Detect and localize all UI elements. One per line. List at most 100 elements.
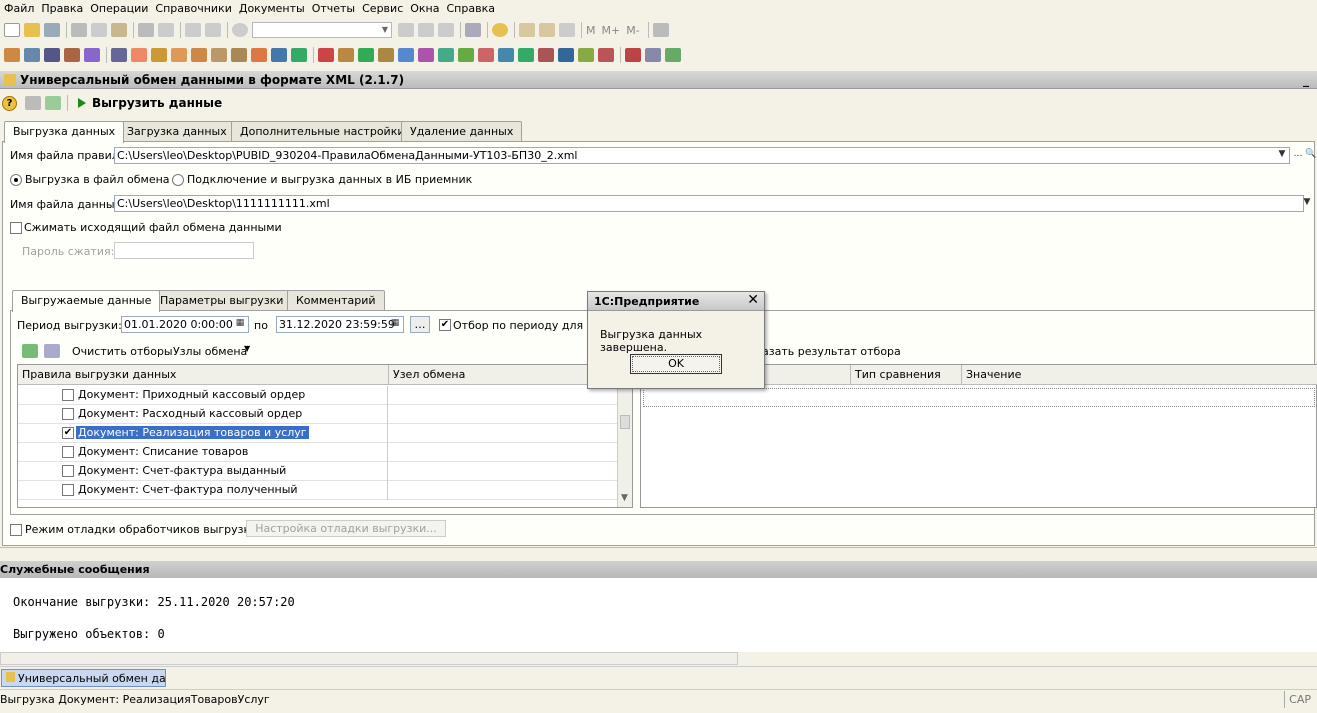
calendar-icon[interactable]: ▦ xyxy=(233,316,247,333)
chevron-down-icon[interactable]: ▼ xyxy=(621,493,628,503)
memory-minus-button[interactable]: M- xyxy=(626,24,639,37)
stock-icon[interactable] xyxy=(378,48,394,62)
row-checkbox[interactable] xyxy=(62,446,74,458)
period-select-button[interactable]: … xyxy=(410,316,430,333)
price-icon[interactable] xyxy=(271,48,287,62)
tree-scrollbar[interactable]: ▼ xyxy=(617,385,632,507)
accounts-icon[interactable] xyxy=(84,48,100,62)
close-icon[interactable]: ✕ xyxy=(747,292,759,308)
table-row[interactable]: Документ: Приходный кассовый ордер xyxy=(18,386,618,405)
taskbar-item[interactable]: Универсальный обмен данн... xyxy=(1,669,166,687)
menu-reports[interactable]: Отчеты xyxy=(312,2,355,15)
browse-icon[interactable]: … xyxy=(1291,147,1305,164)
import-icon[interactable] xyxy=(645,48,661,62)
period-to-field[interactable]: 31.12.2020 23:59:59 xyxy=(276,316,404,333)
copy-icon[interactable] xyxy=(91,23,107,37)
chevron-down-icon[interactable]: ▼ xyxy=(1275,147,1289,164)
column-header-compare[interactable]: Тип сравнения xyxy=(851,365,962,385)
transfer-icon[interactable] xyxy=(358,48,374,62)
restore-icon[interactable] xyxy=(25,96,41,110)
import-icon[interactable] xyxy=(45,96,61,110)
balance-icon[interactable] xyxy=(578,48,594,62)
customer-icon[interactable] xyxy=(458,48,474,62)
minimize-button[interactable]: _ xyxy=(1303,73,1309,87)
column-header-rules[interactable]: Правила выгрузки данных xyxy=(18,365,389,385)
tools-icon[interactable] xyxy=(652,23,669,37)
service-messages-scrollbar[interactable] xyxy=(0,652,738,665)
analysis-icon[interactable] xyxy=(598,48,614,62)
catalog-icon[interactable] xyxy=(4,48,20,62)
store-icon[interactable] xyxy=(211,48,227,62)
chevron-down-icon[interactable]: ▼ xyxy=(379,23,391,37)
menu-edit[interactable]: Правка xyxy=(41,2,83,15)
find-prev-icon[interactable] xyxy=(438,23,454,37)
column-header-value[interactable]: Значение xyxy=(962,365,1317,385)
journal-icon[interactable] xyxy=(44,48,60,62)
tax-icon[interactable] xyxy=(538,48,554,62)
chevron-down-icon[interactable]: ▼ xyxy=(1300,195,1314,212)
table-row[interactable]: ✔ Документ: Реализация товаров и услуг xyxy=(18,424,618,443)
check-all-icon[interactable] xyxy=(22,344,38,358)
help-icon[interactable]: ? xyxy=(2,95,17,111)
supplier-icon[interactable] xyxy=(438,48,454,62)
row-checkbox[interactable] xyxy=(62,408,74,420)
rules-file-field[interactable]: C:\Users\leo\Desktop\PUBID_930204-Правил… xyxy=(114,147,1290,164)
show-filter-result-button[interactable]: азать результат отбора xyxy=(762,345,901,358)
row-checkbox[interactable]: ✔ xyxy=(62,427,74,439)
bank-icon[interactable] xyxy=(171,48,187,62)
radio-connect-and-export[interactable] xyxy=(172,174,184,186)
clear-icon[interactable] xyxy=(398,23,414,37)
redo-icon[interactable] xyxy=(205,23,221,37)
menu-operations[interactable]: Операции xyxy=(90,2,148,15)
menu-service[interactable]: Сервис xyxy=(362,2,403,15)
cut-icon[interactable] xyxy=(71,23,87,37)
data-file-field[interactable]: C:\Users\leo\Desktop\1111111111.xml xyxy=(114,195,1304,212)
order-icon[interactable] xyxy=(291,48,307,62)
row-checkbox[interactable] xyxy=(62,484,74,496)
compress-checkbox[interactable] xyxy=(10,222,22,234)
radio-export-to-file[interactable] xyxy=(10,174,22,186)
users-icon[interactable] xyxy=(131,48,147,62)
open-icon[interactable]: 🔍 xyxy=(1304,147,1317,164)
cash-icon[interactable] xyxy=(518,48,534,62)
row-checkbox[interactable] xyxy=(62,465,74,477)
ledger-icon[interactable] xyxy=(558,48,574,62)
table-row[interactable]: Документ: Счет-фактура выданный xyxy=(18,462,618,481)
settings-icon[interactable] xyxy=(111,48,127,62)
row-checkbox[interactable] xyxy=(62,389,74,401)
menu-file[interactable]: Файл xyxy=(4,2,34,15)
calendar-icon[interactable] xyxy=(539,23,555,37)
paste-icon[interactable] xyxy=(111,23,127,37)
receipt-icon[interactable] xyxy=(338,48,354,62)
menu-windows[interactable]: Окна xyxy=(410,2,439,15)
save-icon[interactable] xyxy=(44,23,60,37)
tab-export-params[interactable]: Параметры выгрузки xyxy=(151,290,293,310)
debug-mode-checkbox[interactable] xyxy=(10,524,22,536)
print-icon[interactable] xyxy=(138,23,154,37)
scroll-thumb[interactable] xyxy=(620,415,630,429)
tab-exported-data[interactable]: Выгружаемые данные xyxy=(12,290,161,312)
payment-icon[interactable] xyxy=(498,48,514,62)
calculator-icon[interactable] xyxy=(519,23,535,37)
memory-button[interactable]: M xyxy=(586,24,596,37)
menu-help[interactable]: Справка xyxy=(447,2,495,15)
tab-delete[interactable]: Удаление данных xyxy=(401,121,523,141)
period-from-field[interactable]: 01.01.2020 0:00:00 xyxy=(121,316,249,333)
search-input[interactable]: ▼ xyxy=(252,22,392,38)
tab-export[interactable]: Выгрузка данных xyxy=(4,121,125,143)
exchange-icon[interactable] xyxy=(665,48,681,62)
password-field[interactable] xyxy=(114,242,254,259)
tab-comment[interactable]: Комментарий xyxy=(287,290,385,310)
new-document-icon[interactable] xyxy=(4,23,20,37)
money-icon[interactable] xyxy=(191,48,207,62)
chart-icon[interactable] xyxy=(64,48,80,62)
table-row[interactable] xyxy=(643,388,1315,407)
tab-advanced[interactable]: Дополнительные настройки xyxy=(231,121,414,141)
warehouse-icon[interactable] xyxy=(231,48,247,62)
table-row[interactable]: Документ: Счет-фактура полученный xyxy=(18,481,618,500)
find-next-icon[interactable] xyxy=(418,23,434,37)
calendar-icon[interactable]: ▦ xyxy=(388,316,402,333)
search-icon[interactable] xyxy=(232,23,248,37)
preview-icon[interactable] xyxy=(158,23,174,37)
info-icon[interactable] xyxy=(492,23,508,37)
